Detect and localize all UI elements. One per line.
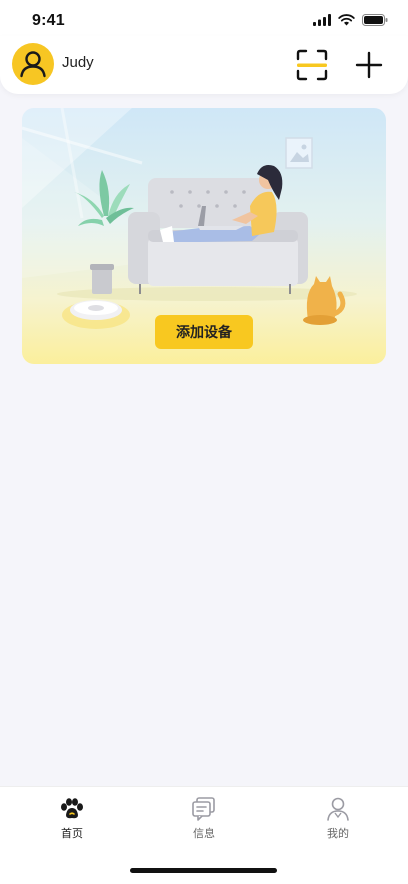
user-name[interactable]: Judy: [62, 54, 94, 71]
status-icons: [313, 14, 388, 26]
scan-icon: [296, 49, 328, 81]
tab-messages[interactable]: 信息: [164, 795, 244, 841]
profile-icon: [327, 797, 349, 821]
tab-label: 首页: [61, 827, 83, 840]
wifi-icon: [338, 14, 355, 26]
paw-icon: [61, 798, 83, 819]
message-icon: [192, 797, 215, 821]
home-indicator: [130, 868, 277, 873]
user-avatar-icon: [20, 51, 46, 78]
header: Judy: [0, 36, 408, 94]
scan-button[interactable]: [294, 47, 330, 83]
tab-label: 信息: [193, 827, 215, 840]
status-time: 9:41: [32, 12, 65, 29]
tab-profile[interactable]: 我的: [298, 795, 378, 841]
tab-label: 我的: [327, 827, 349, 840]
add-device-button[interactable]: 添加设备: [155, 315, 253, 349]
battery-icon: [362, 14, 388, 26]
avatar[interactable]: [12, 43, 54, 85]
plus-icon: [355, 51, 383, 79]
tab-home[interactable]: 首页: [32, 795, 112, 841]
add-button[interactable]: [351, 47, 387, 83]
signal-icon: [313, 14, 331, 26]
